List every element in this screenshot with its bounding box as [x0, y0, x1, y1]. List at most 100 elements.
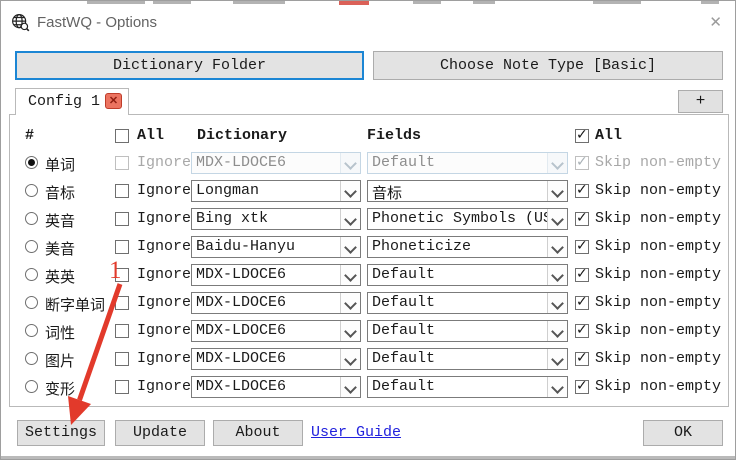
- about-button[interactable]: About: [213, 420, 303, 446]
- fields-select[interactable]: Phonetic Symbols (US): [367, 208, 568, 230]
- dictionary-select[interactable]: Longman: [191, 180, 361, 202]
- title-bar: FastWQ - Options ✕: [1, 5, 735, 39]
- dictionary-folder-button[interactable]: Dictionary Folder: [15, 51, 364, 80]
- fields-select[interactable]: Default: [367, 292, 568, 314]
- dictionary-select[interactable]: MDX-LDOCE6: [191, 320, 361, 342]
- dictionary-select[interactable]: MDX-LDOCE6: [191, 348, 361, 370]
- user-guide-link[interactable]: User Guide: [311, 424, 401, 441]
- skip-label: Skip non-empty: [595, 182, 722, 199]
- dictionary-select[interactable]: MDX-LDOCE6: [191, 292, 361, 314]
- fields-value: Default: [372, 266, 436, 283]
- chevron-down-icon[interactable]: [547, 209, 567, 229]
- dictionary-select[interactable]: Baidu-Hanyu: [191, 236, 361, 258]
- chevron-down-icon[interactable]: [547, 181, 567, 201]
- dictionary-select[interactable]: MDX-LDOCE6: [191, 264, 361, 286]
- chevron-down-icon[interactable]: [340, 181, 360, 201]
- header-all-left: All: [137, 127, 165, 144]
- tab-config-1[interactable]: Config 1 ✕: [15, 88, 129, 115]
- chevron-down-icon[interactable]: [547, 321, 567, 341]
- ignore-checkbox[interactable]: [115, 380, 129, 394]
- skip-label: Skip non-empty: [595, 154, 722, 171]
- chevron-down-icon[interactable]: [547, 153, 567, 173]
- fields-select[interactable]: Default: [367, 348, 568, 370]
- row-radio[interactable]: [25, 324, 38, 337]
- skip-checkbox[interactable]: [575, 378, 589, 394]
- fields-select[interactable]: Default: [367, 320, 568, 342]
- chevron-down-icon[interactable]: [340, 321, 360, 341]
- skip-label: Skip non-empty: [595, 294, 722, 311]
- chevron-down-icon[interactable]: [340, 153, 360, 173]
- row-radio[interactable]: [25, 352, 38, 365]
- ignore-checkbox[interactable]: [115, 240, 129, 254]
- chevron-down-icon[interactable]: [340, 265, 360, 285]
- row-radio[interactable]: [25, 268, 38, 281]
- row-radio[interactable]: [25, 212, 38, 225]
- skip-checkbox[interactable]: [575, 154, 589, 170]
- fields-select[interactable]: 音标: [367, 180, 568, 203]
- skip-checkbox[interactable]: [575, 294, 589, 310]
- window-bottom-edge: [1, 456, 735, 459]
- row-radio[interactable]: [25, 156, 38, 169]
- skip-checkbox[interactable]: [575, 210, 589, 226]
- chevron-down-icon[interactable]: [547, 265, 567, 285]
- row-label[interactable]: 断字单词: [45, 294, 105, 315]
- dictionary-select[interactable]: MDX-LDOCE6: [191, 376, 361, 398]
- chevron-down-icon[interactable]: [547, 237, 567, 257]
- fields-select[interactable]: Phoneticize: [367, 236, 568, 258]
- update-button[interactable]: Update: [115, 420, 205, 446]
- dictionary-select[interactable]: Bing xtk: [191, 208, 361, 230]
- skip-label: Skip non-empty: [595, 238, 722, 255]
- ignore-checkbox[interactable]: [115, 324, 129, 338]
- dictionary-value: MDX-LDOCE6: [196, 322, 287, 339]
- tab-close-icon[interactable]: ✕: [105, 93, 122, 109]
- row-label[interactable]: 音标: [45, 182, 75, 203]
- chevron-down-icon[interactable]: [340, 209, 360, 229]
- dictionary-select[interactable]: MDX-LDOCE6: [191, 152, 361, 174]
- ignore-checkbox[interactable]: [115, 352, 129, 366]
- settings-button[interactable]: Settings: [17, 420, 105, 446]
- row-radio[interactable]: [25, 240, 38, 253]
- row-label[interactable]: 英英: [45, 266, 75, 287]
- ok-button[interactable]: OK: [643, 420, 723, 446]
- chevron-down-icon[interactable]: [340, 377, 360, 397]
- fields-select[interactable]: Default: [367, 264, 568, 286]
- ignore-label: Ignore: [137, 378, 192, 395]
- row-label[interactable]: 美音: [45, 238, 75, 259]
- close-icon[interactable]: ✕: [709, 13, 722, 31]
- row-label[interactable]: 图片: [45, 350, 75, 371]
- chevron-down-icon[interactable]: [340, 237, 360, 257]
- ignore-checkbox[interactable]: [115, 268, 129, 282]
- all-skip-checkbox[interactable]: [575, 127, 589, 143]
- row-label[interactable]: 单词: [45, 154, 75, 175]
- fields-select[interactable]: Default: [367, 152, 568, 174]
- chevron-down-icon[interactable]: [547, 377, 567, 397]
- skip-checkbox[interactable]: [575, 238, 589, 254]
- chevron-down-icon[interactable]: [547, 293, 567, 313]
- skip-checkbox[interactable]: [575, 182, 589, 198]
- skip-checkbox[interactable]: [575, 266, 589, 282]
- header-all-right: All: [595, 127, 623, 144]
- ignore-checkbox[interactable]: [115, 296, 129, 310]
- add-tab-button[interactable]: +: [678, 90, 723, 113]
- row-radio[interactable]: [25, 296, 38, 309]
- skip-checkbox[interactable]: [575, 350, 589, 366]
- row-label[interactable]: 英音: [45, 210, 75, 231]
- dictionary-value: MDX-LDOCE6: [196, 154, 287, 171]
- ignore-checkbox[interactable]: [115, 184, 129, 198]
- dictionary-value: MDX-LDOCE6: [196, 378, 287, 395]
- row-radio[interactable]: [25, 380, 38, 393]
- row-radio[interactable]: [25, 184, 38, 197]
- fields-value: Phoneticize: [372, 238, 472, 255]
- ignore-checkbox[interactable]: [115, 156, 129, 170]
- dictionary-value: MDX-LDOCE6: [196, 350, 287, 367]
- row-label[interactable]: 词性: [45, 322, 75, 343]
- fields-select[interactable]: Default: [367, 376, 568, 398]
- row-label[interactable]: 变形: [45, 378, 75, 399]
- ignore-checkbox[interactable]: [115, 212, 129, 226]
- chevron-down-icon[interactable]: [340, 349, 360, 369]
- chevron-down-icon[interactable]: [340, 293, 360, 313]
- choose-note-type-button[interactable]: Choose Note Type [Basic]: [373, 51, 723, 80]
- all-ignore-checkbox[interactable]: [115, 129, 129, 143]
- chevron-down-icon[interactable]: [547, 349, 567, 369]
- skip-checkbox[interactable]: [575, 322, 589, 338]
